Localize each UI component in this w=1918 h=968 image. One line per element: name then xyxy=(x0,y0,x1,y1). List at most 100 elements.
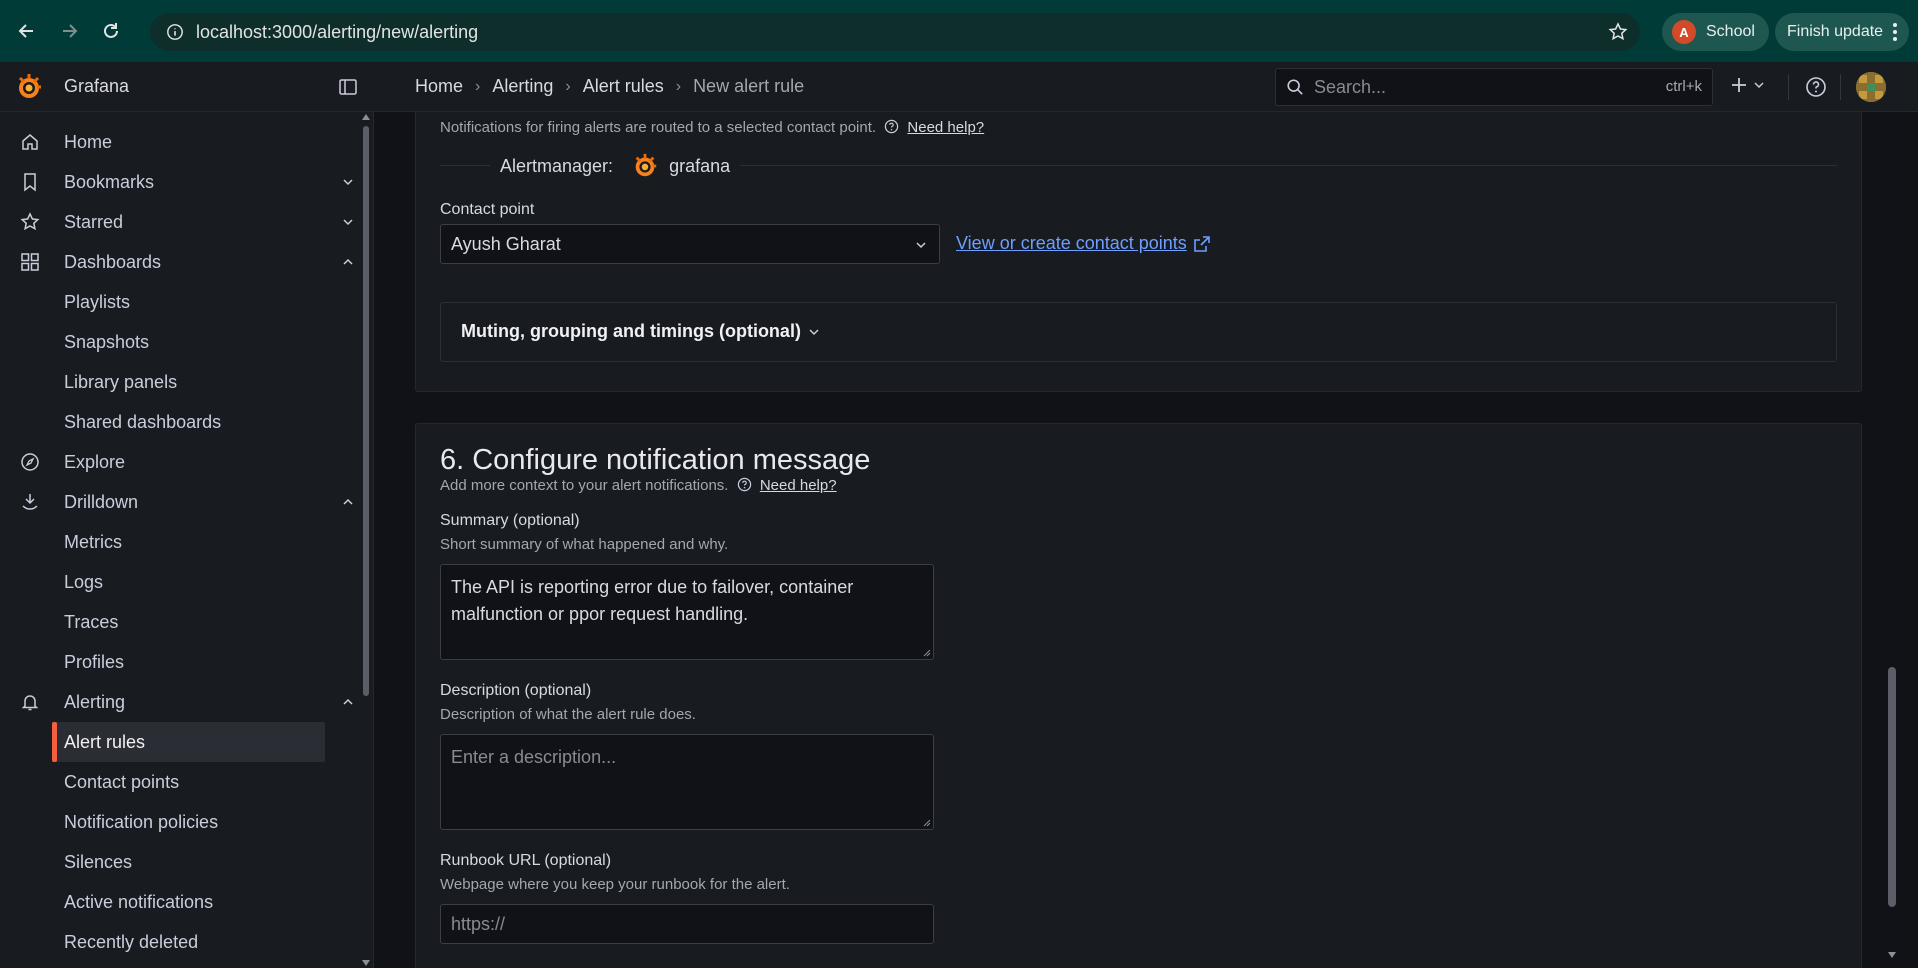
chevron-down-icon[interactable] xyxy=(342,216,354,228)
sidebar-item-label: Bookmarks xyxy=(64,171,155,192)
notifications-help-row: Notifications for firing alerts are rout… xyxy=(440,119,984,136)
new-button[interactable] xyxy=(1730,76,1764,94)
sidebar-item-recently-deleted[interactable]: Recently deleted xyxy=(0,922,360,962)
search-shortcut: ctrl+k xyxy=(1665,78,1702,95)
sidebar-item-label: Starred xyxy=(64,211,124,232)
sidebar-item-label: Explore xyxy=(64,451,126,472)
sidebar-item-library-panels[interactable]: Library panels xyxy=(0,362,360,402)
chevron-down-icon[interactable] xyxy=(342,176,354,188)
chevron-up-icon[interactable] xyxy=(342,696,354,708)
sidebar-item-logs[interactable]: Logs xyxy=(0,562,360,602)
forward-button[interactable] xyxy=(54,16,84,46)
site-info-icon[interactable] xyxy=(166,23,184,41)
grafana-logo-icon[interactable] xyxy=(14,72,44,102)
reload-button[interactable] xyxy=(96,16,126,46)
user-avatar[interactable] xyxy=(1856,72,1886,102)
breadcrumb-alerting[interactable]: Alerting xyxy=(492,76,553,97)
view-contact-points-link[interactable]: View or create contact points xyxy=(956,233,1211,254)
notifications-help-text: Notifications for firing alerts are rout… xyxy=(440,119,877,136)
sidebar-item-bookmarks[interactable]: Bookmarks xyxy=(0,162,360,202)
bell-icon xyxy=(21,695,39,711)
section-subtitle: Add more context to your alert notificat… xyxy=(440,477,729,494)
sidebar-nav: Home Bookmarks Starred Dashboards Playli… xyxy=(0,112,374,968)
sidebar-item-label: Dashboards xyxy=(64,251,162,272)
runbook-placeholder: https:// xyxy=(451,914,506,934)
muting-label: Muting, grouping and timings (optional) xyxy=(461,321,801,341)
sidebar-item-label: Snapshots xyxy=(64,331,150,352)
sidebar-item-label: Alerting xyxy=(64,691,126,712)
sidebar-item-shared-dashboards[interactable]: Shared dashboards xyxy=(0,402,360,442)
avatar-pattern-icon xyxy=(1856,72,1886,102)
topbar-divider xyxy=(1840,74,1841,100)
sidebar-item-label: Alert rules xyxy=(64,731,146,752)
contact-point-select[interactable]: Ayush Gharat xyxy=(440,224,940,264)
sidebar-item-drilldown[interactable]: Drilldown xyxy=(0,482,360,522)
chevron-right-icon: › xyxy=(475,77,481,95)
plus-icon xyxy=(1732,78,1746,92)
external-link-icon xyxy=(1193,235,1210,252)
scroll-down-arrow[interactable] xyxy=(362,960,370,966)
sidebar-item-label: Profiles xyxy=(64,651,125,672)
breadcrumb-home[interactable]: Home xyxy=(415,76,463,97)
finish-update-label: Finish update xyxy=(1787,23,1884,40)
dock-menu-icon[interactable] xyxy=(338,77,358,97)
profile-avatar: A xyxy=(1672,20,1696,44)
bookmark-star-icon[interactable] xyxy=(1608,22,1628,42)
muting-collapse[interactable]: Muting, grouping and timings (optional) xyxy=(440,302,1837,362)
profile-button[interactable]: A School xyxy=(1662,13,1769,51)
need-help-link[interactable]: Need help? xyxy=(907,119,984,136)
breadcrumb-alert-rules[interactable]: Alert rules xyxy=(583,76,664,97)
breadcrumb: Home › Alerting › Alert rules › New aler… xyxy=(415,76,804,97)
description-textarea[interactable]: Enter a description... xyxy=(440,734,934,830)
summary-textarea[interactable]: The API is reporting error due to failov… xyxy=(440,564,934,660)
need-help-link[interactable]: Need help? xyxy=(760,477,837,494)
sidebar-item-notification-policies[interactable]: Notification policies xyxy=(0,802,360,842)
finish-update-button[interactable]: Finish update xyxy=(1775,13,1910,51)
contact-point-label: Contact point xyxy=(440,201,535,218)
resize-handle-icon[interactable] xyxy=(923,819,931,827)
description-label: Description (optional) xyxy=(440,682,592,699)
help-icon[interactable] xyxy=(1805,76,1827,98)
chevron-right-icon: › xyxy=(675,77,682,95)
search-placeholder: Search... xyxy=(1314,76,1387,97)
sidebar-item-profiles[interactable]: Profiles xyxy=(0,642,360,682)
apps-icon xyxy=(21,253,39,271)
profile-name: School xyxy=(1706,23,1755,40)
back-button[interactable] xyxy=(12,16,42,46)
chevron-up-icon[interactable] xyxy=(342,496,354,508)
sidebar-item-starred[interactable]: Starred xyxy=(0,202,360,242)
sidebar-item-traces[interactable]: Traces xyxy=(0,602,360,642)
sidebar-item-label: Shared dashboards xyxy=(64,411,222,432)
section-title: 6. Configure notification message xyxy=(440,444,871,476)
sidebar-item-label: Drilldown xyxy=(64,491,139,512)
sidebar-item-explore[interactable]: Explore xyxy=(0,442,360,482)
sidebar-item-label: Active notifications xyxy=(64,891,214,912)
address-bar[interactable]: localhost:3000/alerting/new/alerting xyxy=(150,13,1640,51)
drilldown-icon xyxy=(22,494,38,510)
sidebar-item-dashboards[interactable]: Dashboards xyxy=(0,242,360,282)
scroll-up-arrow[interactable] xyxy=(362,114,370,120)
sidebar-item-snapshots[interactable]: Snapshots xyxy=(0,322,360,362)
sidebar-item-alert-rules[interactable]: Alert rules xyxy=(52,722,325,762)
main-scrollbar[interactable] xyxy=(1888,667,1896,907)
sidebar-item-metrics[interactable]: Metrics xyxy=(0,522,360,562)
sidebar-item-home[interactable]: Home xyxy=(0,122,360,162)
chevron-down-icon xyxy=(916,242,926,249)
chevron-up-icon[interactable] xyxy=(342,256,354,268)
sidebar-item-active-notifications[interactable]: Active notifications xyxy=(0,882,360,922)
search-input[interactable]: Search... ctrl+k xyxy=(1275,68,1713,106)
main-content: Notifications for firing alerts are rout… xyxy=(375,112,1902,968)
sidebar-item-label: Recently deleted xyxy=(64,931,199,952)
breadcrumb-current: New alert rule xyxy=(693,76,805,96)
sidebar-item-alerting[interactable]: Alerting xyxy=(0,682,360,722)
runbook-url-input[interactable]: https:// xyxy=(440,904,934,944)
sidebar-item-label: Traces xyxy=(64,611,119,632)
sidebar-item-contact-points[interactable]: Contact points xyxy=(0,762,360,802)
sidebar-scrollbar[interactable] xyxy=(363,126,369,696)
sidebar-item-playlists[interactable]: Playlists xyxy=(0,282,360,322)
resize-handle-icon[interactable] xyxy=(923,649,931,657)
reload-icon xyxy=(104,23,118,38)
sidebar-item-silences[interactable]: Silences xyxy=(0,842,360,882)
contact-point-value: Ayush Gharat xyxy=(451,234,561,254)
scroll-down-arrow[interactable] xyxy=(1888,952,1896,958)
